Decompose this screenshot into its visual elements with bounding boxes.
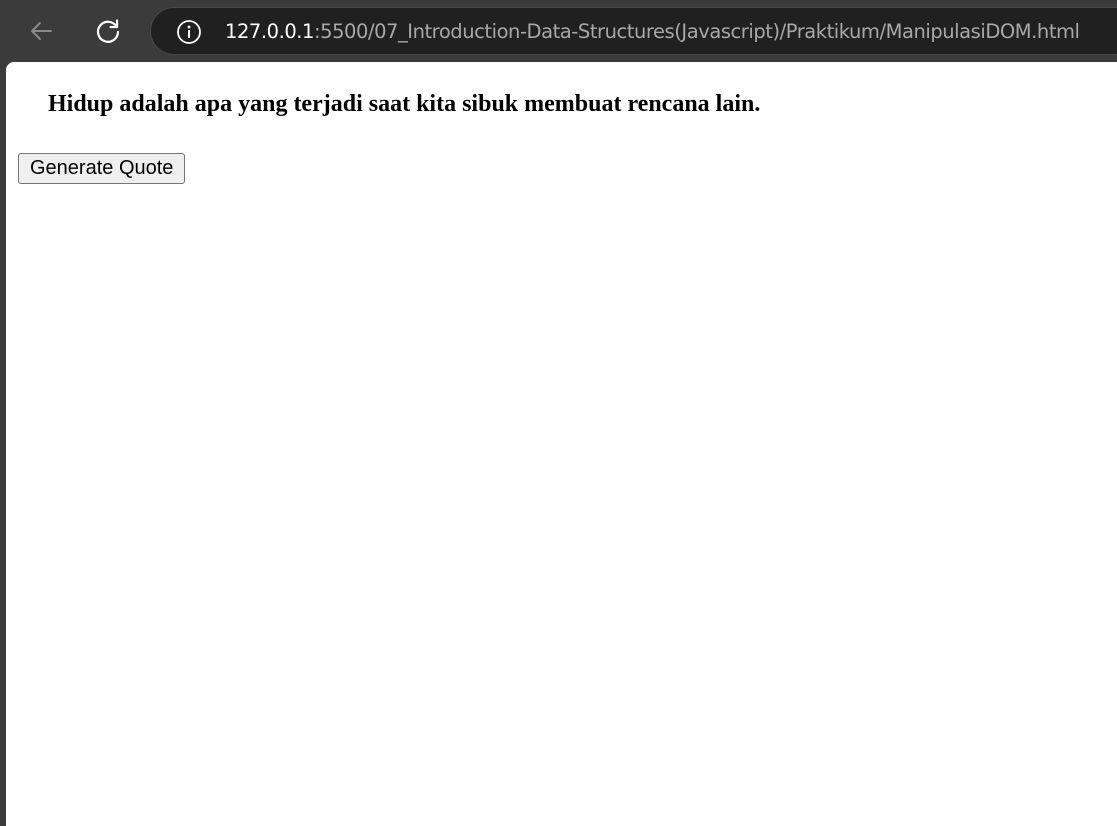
back-button[interactable] [22,12,60,50]
browser-toolbar: 127.0.0.1:5500/07_Introduction-Data-Stru… [0,0,1117,62]
quote-text: Hidup adalah apa yang terjadi saat kita … [48,91,761,117]
site-info-button[interactable] [176,19,202,45]
reload-button[interactable] [89,12,127,50]
info-icon [177,20,201,44]
generate-quote-button[interactable]: Generate Quote [18,153,186,184]
page-content: Hidup adalah apa yang terjadi saat kita … [6,62,1117,826]
url-text[interactable]: 127.0.0.1:5500/07_Introduction-Data-Stru… [225,20,1080,44]
reload-icon [96,19,120,43]
back-arrow-icon [31,22,52,40]
address-bar[interactable]: 127.0.0.1:5500/07_Introduction-Data-Stru… [150,7,1117,55]
url-path: :5500/07_Introduction-Data-Structures(Ja… [314,20,1080,43]
url-host: 127.0.0.1 [225,20,314,43]
